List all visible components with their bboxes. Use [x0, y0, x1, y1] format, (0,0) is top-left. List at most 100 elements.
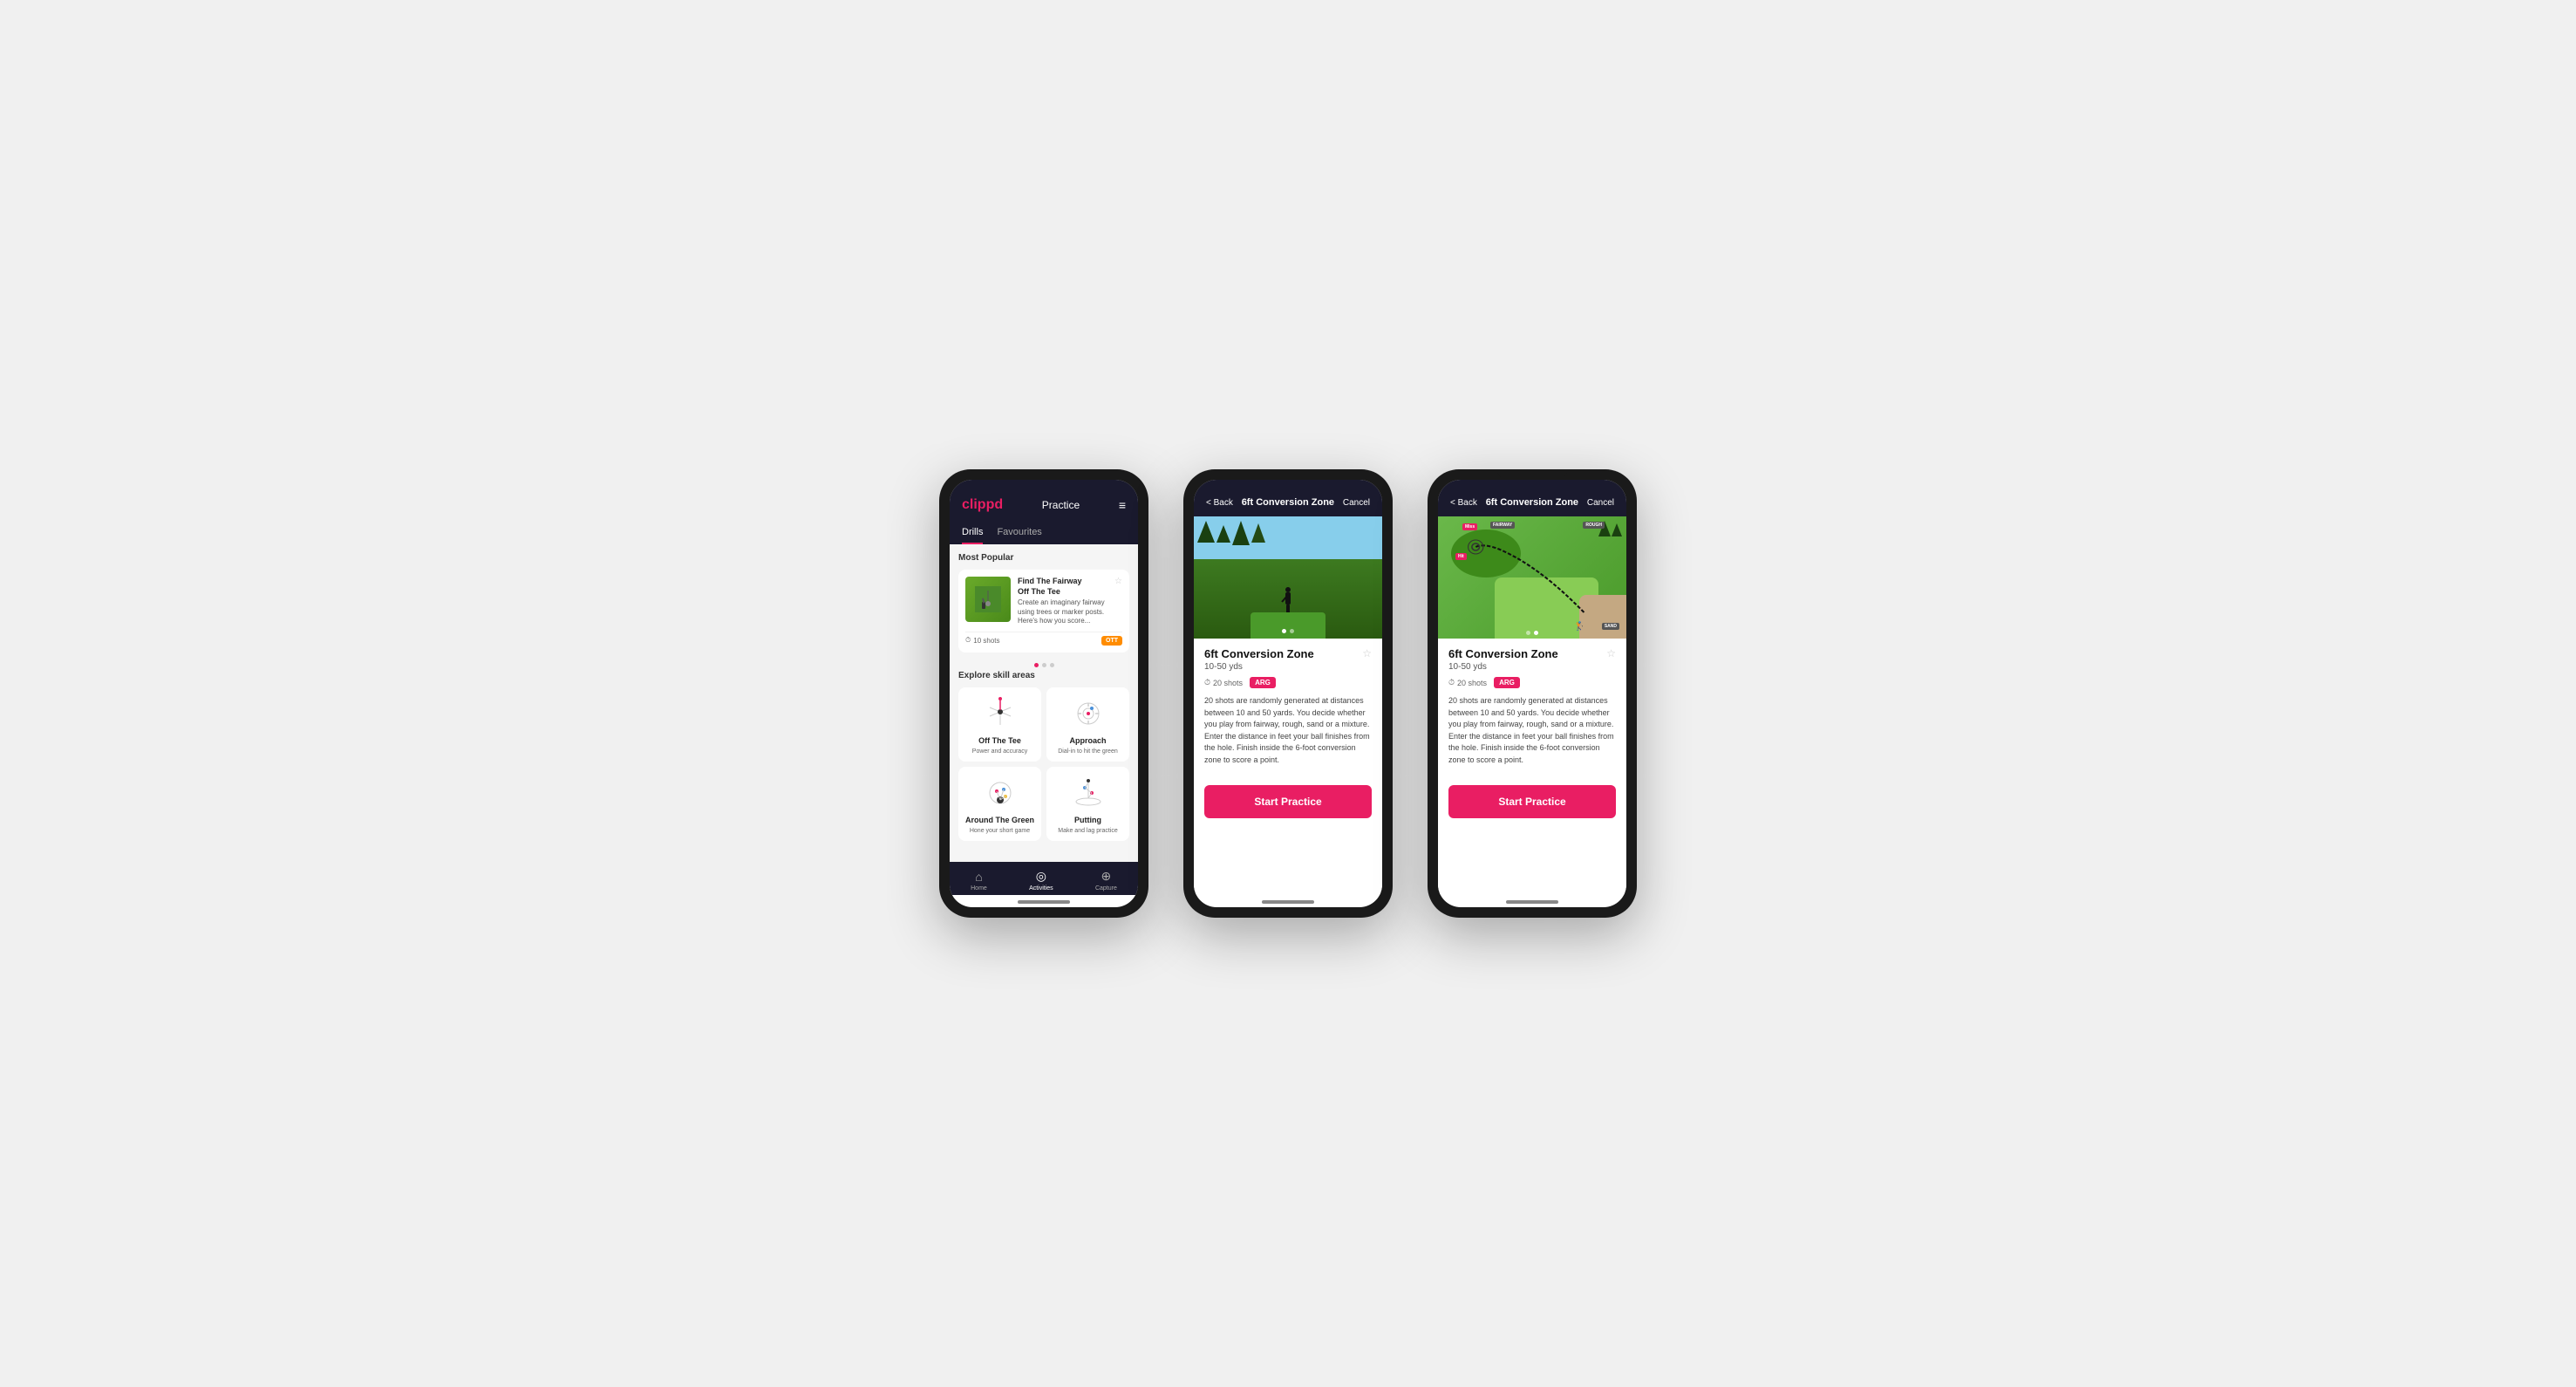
drill-info-3: 6ft Conversion Zone 10-50 yds ☆ ⏱ 20 sho… — [1438, 639, 1626, 785]
favourite-icon[interactable]: ☆ — [1114, 577, 1122, 586]
drill-card-footer: ⏱ 10 shots OTT — [965, 632, 1122, 646]
featured-drill-card[interactable]: Find The Fairway Off The Tee Create an i… — [958, 570, 1129, 653]
nav-activities-label: Activities — [1029, 885, 1053, 892]
header-title-1: Practice — [1042, 499, 1080, 511]
skill-desc-ott: Power and accuracy — [972, 748, 1027, 755]
most-popular-label: Most Popular — [958, 553, 1129, 563]
skill-card-putting[interactable]: Putting Make and lag practice — [1046, 767, 1129, 841]
start-practice-button-3[interactable]: Start Practice — [1448, 785, 1616, 818]
phone-notch-3 — [1497, 469, 1567, 478]
drill-hero-image — [1194, 516, 1382, 639]
back-button-3[interactable]: < Back — [1450, 498, 1477, 508]
nav-activities[interactable]: ◎ Activities — [1029, 869, 1053, 892]
drill-card-description: Create an imaginary fairway using trees … — [1018, 598, 1122, 625]
home-bar-3 — [1506, 900, 1558, 904]
type-badge-2: ARG — [1250, 677, 1276, 688]
favourite-icon-2[interactable]: ☆ — [1362, 647, 1372, 659]
skill-card-ott[interactable]: Off The Tee Power and accuracy — [958, 687, 1041, 762]
nav-home[interactable]: ⌂ Home — [971, 870, 987, 892]
shots-badge-2: ⏱ 20 shots — [1204, 678, 1243, 687]
home-bar-2 — [1262, 900, 1314, 904]
clock-icon-2: ⏱ — [1204, 678, 1210, 687]
app-header-1: clippd Practice ≡ — [950, 480, 1138, 522]
home-bar-1 — [1018, 900, 1070, 904]
drill-card-title: Find The Fairway — [1018, 577, 1122, 587]
miss-label: Miss — [1462, 523, 1477, 530]
drill-card-body: Find The Fairway Off The Tee Create an i… — [1018, 577, 1122, 626]
hero-dot-2[interactable] — [1290, 629, 1294, 633]
drill-title-2: 6ft Conversion Zone — [1204, 647, 1314, 660]
skill-desc-putting: Make and lag practice — [1058, 828, 1117, 834]
drill-type-badge: OTT — [1101, 636, 1122, 646]
explore-label: Explore skill areas — [958, 671, 1129, 680]
skill-name-putting: Putting — [1074, 816, 1101, 824]
home-icon: ⌂ — [975, 870, 982, 884]
carousel-dots — [958, 659, 1129, 671]
cancel-button-2[interactable]: Cancel — [1343, 498, 1370, 508]
clock-icon: ⏱ — [965, 636, 971, 645]
dot-2[interactable] — [1042, 663, 1046, 667]
drill-meta-3: ⏱ 20 shots ARG — [1448, 677, 1616, 688]
rough-label: ROUGH — [1583, 522, 1605, 529]
drill-content-3: Miss Hit FAIRWAY ROUGH SAND 🏌️ 6ft Conve… — [1438, 516, 1626, 895]
tabs-bar: Drills Favourites — [950, 522, 1138, 544]
header-title-2: 6ft Conversion Zone — [1242, 497, 1334, 508]
capture-icon: ⊕ — [1101, 869, 1112, 884]
clock-icon-3: ⏱ — [1448, 678, 1455, 687]
hero-dot-1[interactable] — [1282, 629, 1286, 633]
nav-capture[interactable]: ⊕ Capture — [1095, 869, 1117, 892]
hero-dot-3-1[interactable] — [1526, 631, 1530, 635]
skill-card-approach[interactable]: Approach Dial-in to hit the green — [1046, 687, 1129, 762]
drill-thumbnail — [965, 577, 1011, 622]
activities-icon: ◎ — [1036, 869, 1046, 884]
skill-desc-atg: Hone your short game — [970, 828, 1030, 834]
phone-2: < Back 6ft Conversion Zone Cancel — [1183, 469, 1393, 918]
skill-name-ott: Off The Tee — [978, 736, 1021, 745]
tab-drills[interactable]: Drills — [962, 522, 983, 544]
nav-capture-label: Capture — [1095, 885, 1117, 892]
drill-map-illustration: Miss Hit FAIRWAY ROUGH SAND 🏌️ — [1438, 516, 1626, 639]
skill-name-atg: Around The Green — [965, 816, 1034, 824]
start-practice-button-2[interactable]: Start Practice — [1204, 785, 1372, 818]
favourite-icon-3[interactable]: ☆ — [1606, 647, 1616, 659]
shots-badge-3: ⏱ 20 shots — [1448, 678, 1487, 687]
player-figure: 🏌️ — [1574, 622, 1584, 632]
dot-3[interactable] — [1050, 663, 1054, 667]
main-content-1: Most Popular Find The Fairway — [950, 544, 1138, 862]
putting-icon — [1069, 774, 1107, 812]
menu-icon[interactable]: ≡ — [1119, 498, 1126, 512]
app-logo: clippd — [962, 497, 1003, 513]
hero-dots-2 — [1282, 629, 1294, 633]
header-title-3: 6ft Conversion Zone — [1486, 497, 1578, 508]
type-badge-3: ARG — [1494, 677, 1520, 688]
ott-icon — [981, 694, 1019, 733]
tab-favourites[interactable]: Favourites — [997, 522, 1041, 544]
screen-1: clippd Practice ≡ Drills Favourites Most… — [950, 480, 1138, 907]
drill-range-2: 10-50 yds — [1204, 662, 1314, 672]
skill-card-atg[interactable]: Around The Green Hone your short game — [958, 767, 1041, 841]
phone-notch-2 — [1253, 469, 1323, 478]
skill-name-approach: Approach — [1069, 736, 1106, 745]
drill-title-3: 6ft Conversion Zone — [1448, 647, 1558, 660]
bottom-nav: ⌂ Home ◎ Activities ⊕ Capture — [950, 862, 1138, 895]
screen-3: < Back 6ft Conversion Zone Cancel — [1438, 480, 1626, 907]
cancel-button-3[interactable]: Cancel — [1587, 498, 1614, 508]
hero-dot-3-2[interactable] — [1534, 631, 1538, 635]
fairway-label: FAIRWAY — [1490, 522, 1515, 529]
phone-3: < Back 6ft Conversion Zone Cancel — [1428, 469, 1637, 918]
drill-description-2: 20 shots are randomly generated at dista… — [1204, 695, 1372, 766]
drill-content-2: 6ft Conversion Zone 10-50 yds ☆ ⏱ 20 sho… — [1194, 516, 1382, 895]
drill-card-subtitle-line: Off The Tee — [1018, 587, 1122, 598]
atg-icon — [981, 774, 1019, 812]
approach-icon — [1069, 694, 1107, 733]
nav-home-label: Home — [971, 885, 987, 892]
back-button-2[interactable]: < Back — [1206, 498, 1233, 508]
drill-range-3: 10-50 yds — [1448, 662, 1558, 672]
app-header-3: < Back 6ft Conversion Zone Cancel — [1438, 480, 1626, 516]
sand-label: SAND — [1602, 623, 1619, 630]
phone-notch-1 — [1009, 469, 1079, 478]
hit-label: Hit — [1455, 553, 1467, 560]
phone-1: clippd Practice ≡ Drills Favourites Most… — [939, 469, 1148, 918]
skill-desc-approach: Dial-in to hit the green — [1058, 748, 1117, 755]
dot-1[interactable] — [1034, 663, 1039, 667]
